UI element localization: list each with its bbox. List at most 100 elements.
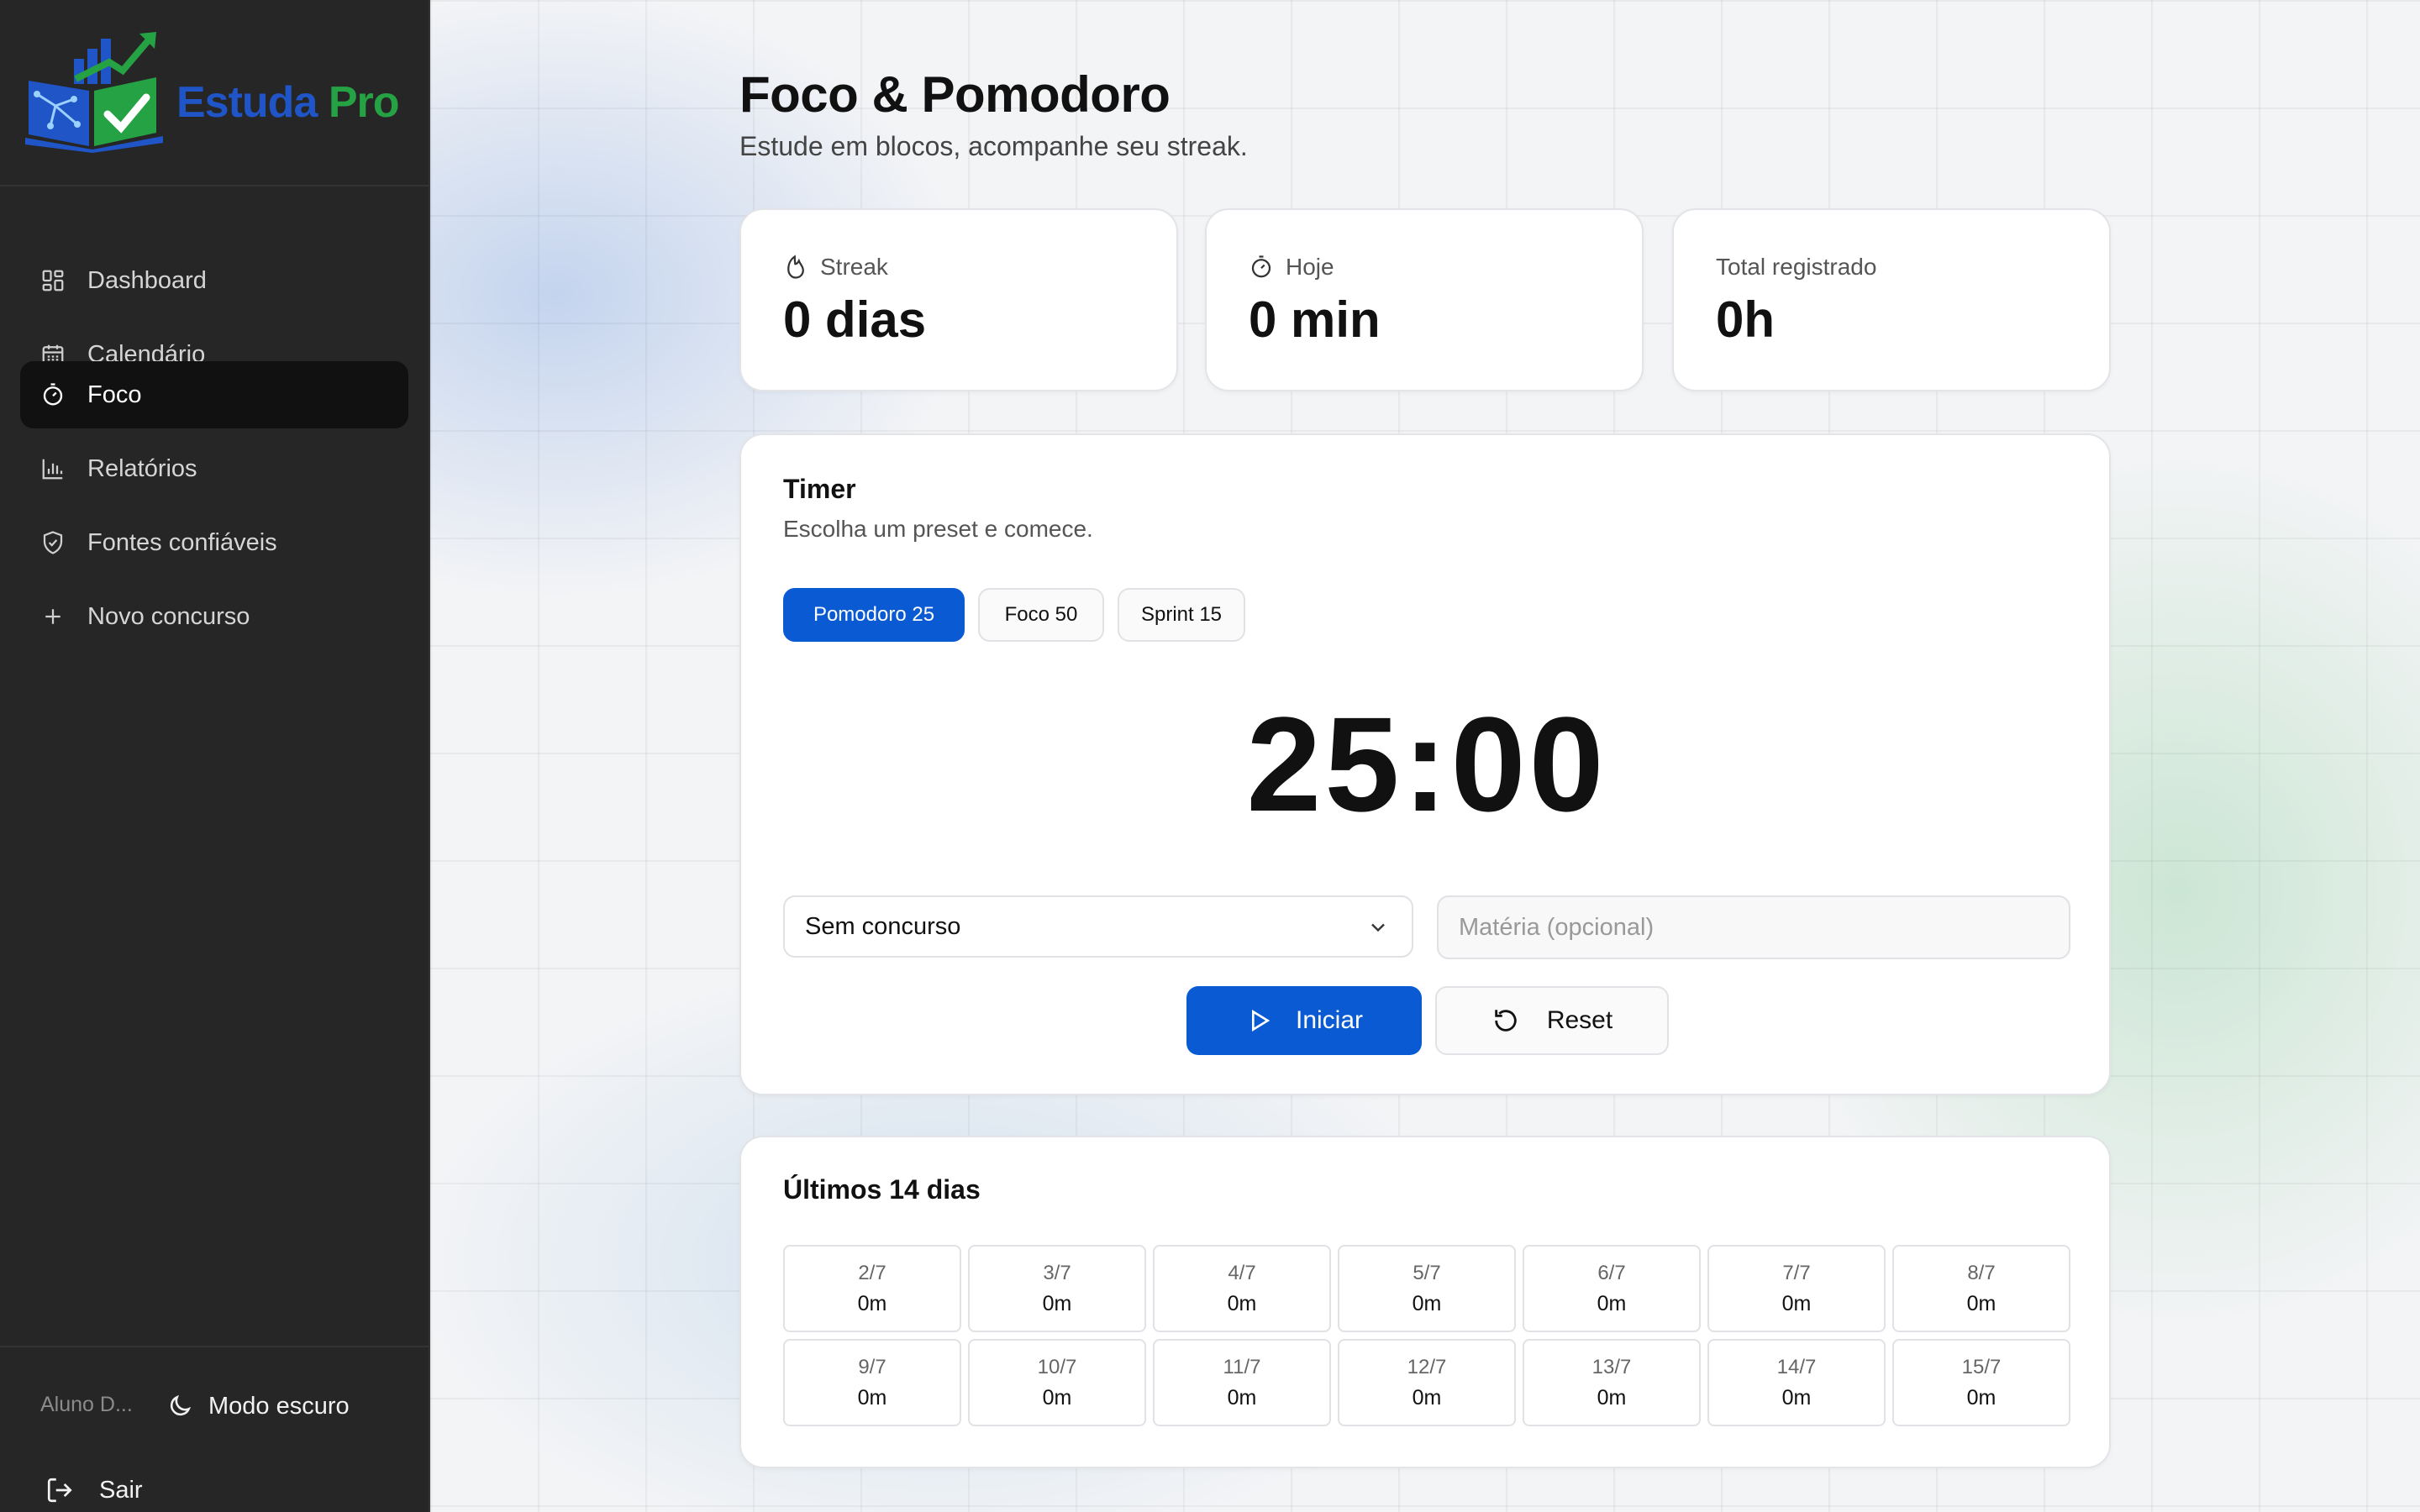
day-date: 8/7 (1967, 1262, 1996, 1284)
day-date: 7/7 (1782, 1262, 1811, 1284)
day-minutes: 0m (1597, 1386, 1627, 1410)
stat-label: Streak (783, 254, 888, 281)
start-button[interactable]: Iniciar (1186, 986, 1422, 1055)
day-minutes: 0m (1966, 1386, 1996, 1410)
day-cell: 15/7 0m (1892, 1339, 2070, 1426)
day-cell: 9/7 0m (783, 1339, 961, 1426)
shield-check-icon (40, 530, 66, 555)
preset-sprint-15[interactable]: Sprint 15 (1118, 588, 1245, 642)
day-minutes: 0m (1412, 1386, 1442, 1410)
timer-display: 25:00 (1246, 689, 1607, 839)
flame-icon (787, 255, 804, 279)
preset-foco-50[interactable]: Foco 50 (978, 588, 1104, 642)
sidebar-item-relatorios[interactable]: Relatórios (20, 435, 408, 502)
day-date: 6/7 (1597, 1262, 1626, 1284)
sidebar-item-foco[interactable]: Foco (20, 361, 408, 428)
logout-icon (47, 1478, 72, 1503)
stat-label-text: Total registrado (1716, 254, 1877, 280)
day-date: 2/7 (858, 1262, 886, 1284)
day-minutes: 0m (857, 1292, 887, 1315)
stat-label: Hoje (1249, 254, 1334, 281)
stat-value: 0h (1716, 291, 1776, 348)
day-cell: 7/7 0m (1707, 1245, 1886, 1332)
contest-select[interactable]: Sem concurso (783, 895, 1413, 958)
play-icon (1251, 1009, 1270, 1032)
day-cell: 6/7 0m (1523, 1245, 1701, 1332)
day-cell: 2/7 0m (783, 1245, 961, 1332)
day-minutes: 0m (1227, 1292, 1257, 1315)
day-minutes: 0m (1781, 1292, 1812, 1315)
day-date: 5/7 (1413, 1262, 1441, 1284)
logo-text-estuda: Estuda (176, 78, 318, 127)
timer-icon (40, 382, 66, 407)
brand-header: Estuda Pro (0, 0, 429, 186)
sidebar-footer: Aluno D... Modo escuro Sair (0, 1346, 429, 1512)
dashboard-grid-icon (40, 268, 66, 293)
day-date: 9/7 (858, 1356, 886, 1378)
day-date: 4/7 (1228, 1262, 1256, 1284)
sidebar-item-dashboard[interactable]: Dashboard (20, 247, 408, 314)
day-cell: 13/7 0m (1523, 1339, 1701, 1426)
day-cell: 8/7 0m (1892, 1245, 2070, 1332)
reset-button[interactable]: Reset (1435, 986, 1669, 1055)
stopwatch-icon (1251, 255, 1271, 278)
stat-card-streak: Streak 0 dias (739, 208, 1178, 391)
day-minutes: 0m (1781, 1386, 1812, 1410)
sidebar-item-label: Relatórios (87, 454, 197, 482)
stat-label-text: Streak (820, 254, 888, 280)
stat-label: Total registrado (1716, 254, 1876, 281)
day-date: 12/7 (1407, 1356, 1447, 1378)
sidebar-item-label: Dashboard (87, 266, 207, 294)
day-cell: 14/7 0m (1707, 1339, 1886, 1426)
day-minutes: 0m (1966, 1292, 1996, 1315)
preset-pomodoro-25[interactable]: Pomodoro 25 (783, 588, 965, 642)
day-minutes: 0m (1597, 1292, 1627, 1315)
logout-label: Sair (99, 1476, 143, 1504)
logo-text-pro: Pro (328, 78, 400, 127)
logo-text: Estuda Pro (176, 77, 400, 128)
day-cell: 12/7 0m (1338, 1339, 1516, 1426)
day-date: 14/7 (1776, 1356, 1817, 1378)
page-subtitle: Estude em blocos, acompanhe seu streak. (739, 131, 1248, 161)
sidebar-item-novo-concurso[interactable]: Novo concurso (20, 583, 408, 650)
moon-icon (170, 1394, 192, 1416)
day-minutes: 0m (857, 1386, 887, 1410)
day-date: 3/7 (1043, 1262, 1071, 1284)
subject-input[interactable] (1437, 895, 2070, 959)
user-name: Aluno D... (40, 1393, 133, 1416)
sidebar-item-label: Novo concurso (87, 602, 250, 630)
sidebar-item-label: Foco (87, 381, 142, 408)
logo-icon[interactable] (25, 30, 168, 153)
day-cell: 11/7 0m (1153, 1339, 1331, 1426)
day-minutes: 0m (1042, 1386, 1072, 1410)
contest-select-value: Sem concurso (805, 912, 961, 940)
day-date: 11/7 (1223, 1356, 1261, 1378)
sidebar: Estuda Pro Dashboard Calendário Foco Rel… (0, 0, 430, 1512)
bar-chart-icon (40, 456, 66, 481)
reset-icon (1495, 1010, 1517, 1032)
sidebar-item-fontes-confiaveis[interactable]: Fontes confiáveis (20, 509, 408, 576)
stat-card-hoje: Hoje 0 min (1205, 208, 1644, 391)
day-cell: 3/7 0m (968, 1245, 1146, 1332)
sidebar-item-label: Fontes confiáveis (87, 528, 277, 556)
day-cell: 10/7 0m (968, 1339, 1146, 1426)
timer-subtitle: Escolha um preset e comece. (783, 516, 1093, 542)
reset-button-label: Reset (1546, 1006, 1613, 1034)
chevron-down-icon (1371, 923, 1385, 932)
day-date: 13/7 (1591, 1356, 1632, 1378)
history-card: Últimos 14 dias 2/7 0m 3/7 0m 4/7 0m 5/7 0m 6/7 0… (739, 1136, 2111, 1468)
day-date: 10/7 (1037, 1356, 1077, 1378)
dark-mode-label: Modo escuro (208, 1392, 350, 1420)
start-button-label: Iniciar (1295, 1006, 1364, 1034)
dark-mode-toggle[interactable]: Modo escuro (166, 1381, 350, 1431)
logout-button[interactable]: Sair (45, 1467, 143, 1512)
stat-label-text: Hoje (1286, 254, 1334, 280)
history-title: Últimos 14 dias (783, 1174, 981, 1205)
plus-icon (40, 604, 66, 629)
timer-title: Timer (783, 474, 856, 504)
day-minutes: 0m (1042, 1292, 1072, 1315)
stat-card-total: Total registrado 0h (1672, 208, 2111, 391)
stat-value: 0 min (1249, 291, 1381, 348)
timer-card: Timer Escolha um preset e comece. Pomodo… (739, 433, 2111, 1095)
day-cell: 4/7 0m (1153, 1245, 1331, 1332)
